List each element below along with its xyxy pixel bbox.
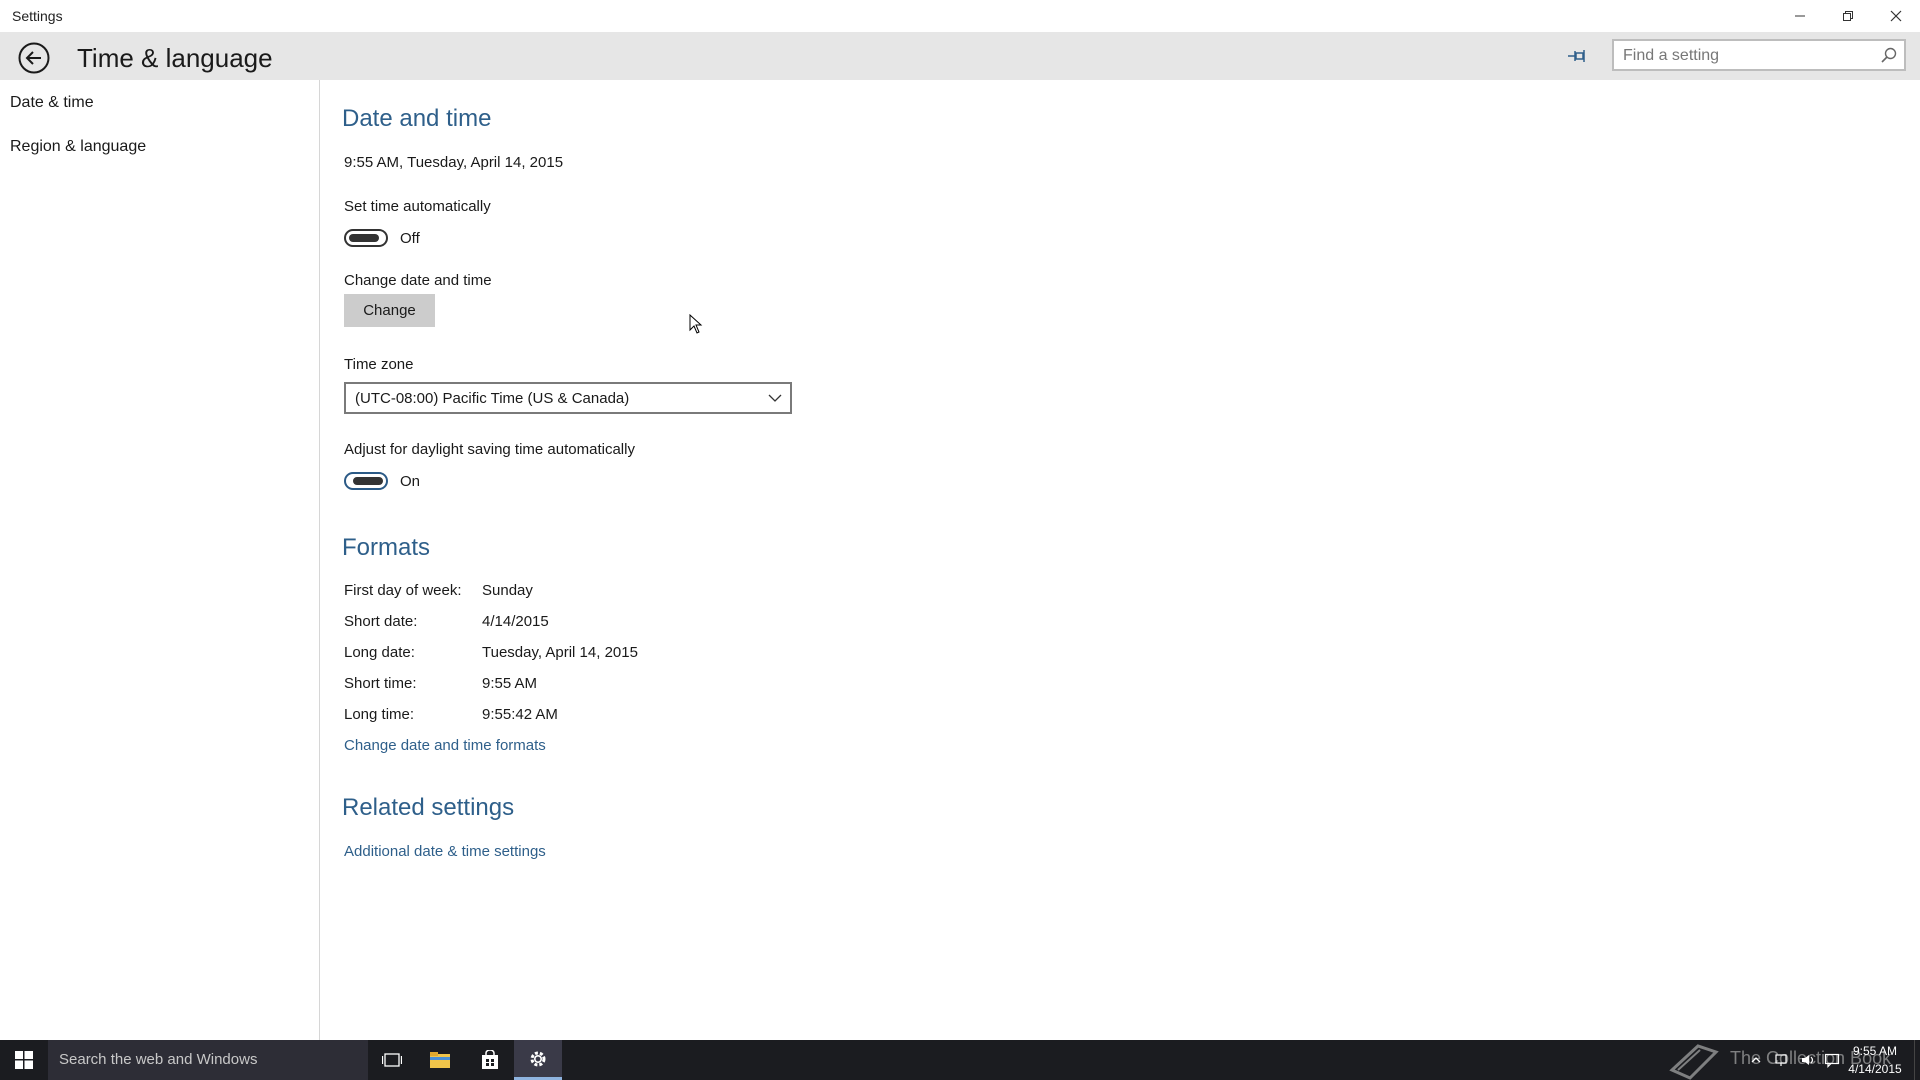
dst-state: On bbox=[400, 473, 421, 490]
formats-heading: Formats bbox=[342, 534, 431, 561]
format-value-long-time: 9:55:42 AM bbox=[482, 706, 558, 723]
header: Time & language bbox=[0, 32, 1920, 80]
set-time-auto-label: Set time automatically bbox=[344, 198, 491, 215]
taskbar-clock[interactable]: 9:55 AM 4/14/2015 bbox=[1838, 1042, 1912, 1078]
format-label-long-date: Long date: bbox=[344, 644, 415, 661]
taskbar-search-text: Search the web and Windows bbox=[59, 1051, 258, 1068]
time-zone-dropdown[interactable]: (UTC-08:00) Pacific Time (US & Canada) bbox=[344, 382, 792, 414]
file-explorer-button[interactable] bbox=[416, 1040, 464, 1080]
format-value-long-date: Tuesday, April 14, 2015 bbox=[482, 644, 638, 661]
current-date-time: 9:55 AM, Tuesday, April 14, 2015 bbox=[344, 154, 564, 171]
date-time-heading: Date and time bbox=[342, 105, 492, 132]
page-title: Time & language bbox=[77, 43, 273, 73]
format-value-first-day: Sunday bbox=[482, 582, 533, 599]
minimize-icon bbox=[1795, 15, 1805, 17]
search-icon[interactable] bbox=[1880, 46, 1898, 64]
restore-icon bbox=[1843, 11, 1853, 21]
format-label-short-date: Short date: bbox=[344, 613, 418, 630]
pin-icon bbox=[1568, 50, 1585, 62]
book-logo-icon bbox=[1669, 1044, 1719, 1080]
related-settings-heading: Related settings bbox=[342, 794, 515, 821]
settings-app-button[interactable] bbox=[514, 1040, 562, 1080]
restore-button[interactable] bbox=[1824, 0, 1872, 32]
set-time-auto-state: Off bbox=[400, 230, 420, 247]
taskbar: Search the web and Windows The Collectio… bbox=[0, 1040, 1920, 1080]
set-time-auto-toggle[interactable] bbox=[344, 229, 388, 247]
back-button[interactable] bbox=[16, 40, 52, 76]
change-button[interactable]: Change bbox=[344, 294, 435, 327]
clock-time: 9:55 AM bbox=[1852, 1044, 1898, 1058]
format-value-short-time: 9:55 AM bbox=[482, 675, 538, 692]
time-zone-value: (UTC-08:00) Pacific Time (US & Canada) bbox=[355, 390, 630, 407]
clock-date: 4/14/2015 bbox=[1848, 1062, 1902, 1076]
volume-icon[interactable] bbox=[1800, 1052, 1816, 1068]
chevron-down-icon bbox=[768, 394, 782, 402]
task-view-icon bbox=[382, 1053, 402, 1067]
format-label-short-time: Short time: bbox=[344, 675, 417, 692]
mouse-pointer-icon bbox=[689, 314, 703, 334]
chevron-up-icon[interactable] bbox=[1748, 1052, 1764, 1068]
change-formats-link[interactable]: Change date and time formats bbox=[344, 737, 546, 754]
change-date-time-label: Change date and time bbox=[344, 272, 492, 289]
find-setting-input[interactable] bbox=[1614, 41, 1875, 71]
close-button[interactable] bbox=[1872, 0, 1920, 32]
sidebar-item-date-time[interactable]: Date & time bbox=[10, 94, 94, 112]
minimize-button[interactable] bbox=[1776, 0, 1824, 32]
sidebar-item-region-language[interactable]: Region & language bbox=[10, 138, 146, 156]
sidebar: Date & time Region & language bbox=[0, 80, 320, 1040]
windows-logo-icon bbox=[15, 1051, 33, 1069]
task-view-button[interactable] bbox=[368, 1040, 416, 1080]
format-value-short-date: 4/14/2015 bbox=[482, 613, 549, 630]
time-zone-label: Time zone bbox=[344, 356, 414, 373]
back-arrow-icon bbox=[18, 42, 50, 74]
main-content: Date and time 9:55 AM, Tuesday, April 14… bbox=[320, 80, 1920, 1040]
show-desktop-button[interactable] bbox=[1914, 1040, 1920, 1080]
start-button[interactable] bbox=[0, 1040, 48, 1080]
find-setting-box[interactable] bbox=[1612, 39, 1906, 71]
dst-toggle[interactable] bbox=[344, 472, 388, 490]
toggle-knob bbox=[353, 477, 383, 485]
close-icon bbox=[1890, 10, 1902, 22]
format-label-first-day: First day of week: bbox=[344, 582, 462, 599]
pin-to-start-button[interactable] bbox=[1564, 44, 1592, 68]
toggle-knob bbox=[349, 234, 379, 242]
folder-icon bbox=[430, 1052, 450, 1068]
store-bag-icon bbox=[482, 1050, 498, 1069]
additional-date-time-settings-link[interactable]: Additional date & time settings bbox=[344, 843, 546, 860]
format-label-long-time: Long time: bbox=[344, 706, 415, 723]
title-bar: Settings bbox=[0, 0, 1920, 32]
store-button[interactable] bbox=[466, 1040, 514, 1080]
dst-label: Adjust for daylight saving time automati… bbox=[344, 441, 635, 458]
gear-icon bbox=[530, 1051, 546, 1066]
app-title: Settings bbox=[12, 8, 63, 24]
taskbar-search-box[interactable]: Search the web and Windows bbox=[48, 1040, 368, 1080]
network-icon[interactable] bbox=[1774, 1052, 1790, 1068]
